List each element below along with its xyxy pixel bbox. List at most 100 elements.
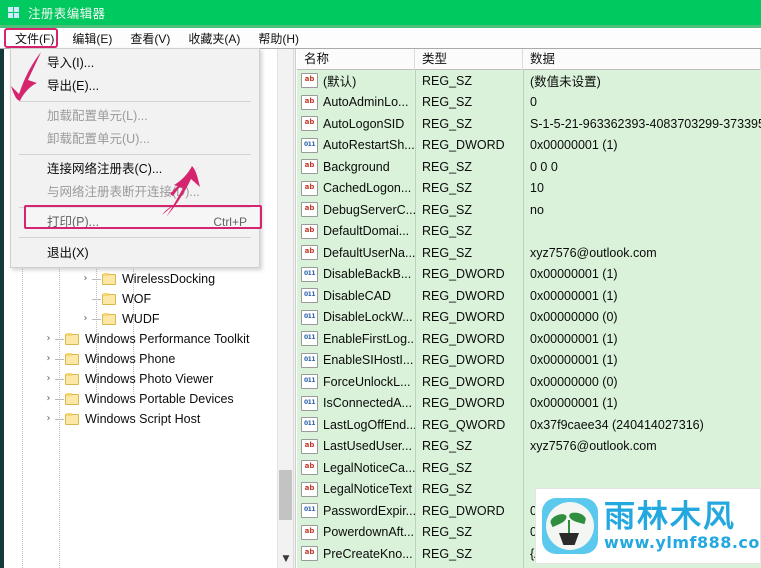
table-row[interactable]: 011 LastLogOffEnd... REG_QWORD 0x37f9caee34…	[297, 414, 761, 436]
value-name-cell: ab LegalNoticeCa...	[297, 460, 415, 476]
table-row[interactable]: abReportBootOkREG_SZ1	[297, 565, 761, 568]
value-type-cell: REG_SZ	[422, 116, 473, 131]
chevron-right-icon[interactable]: ›	[42, 414, 55, 424]
table-row[interactable]: 011 EnableFirstLog... REG_DWORD 0x00000001 …	[297, 328, 761, 350]
tree-item-windows-phone[interactable]: › Windows Phone	[0, 349, 276, 369]
dword-value-icon: 011	[301, 374, 318, 390]
dword-value-icon: 011	[301, 395, 318, 411]
chevron-right-icon[interactable]: ›	[79, 274, 92, 284]
string-value-icon: ab	[301, 438, 318, 454]
value-name-label: DisableLockW...	[323, 310, 413, 325]
table-row[interactable]: ab LegalNoticeCa... REG_SZ	[297, 457, 761, 479]
dword-value-icon: 011	[301, 331, 318, 347]
string-value-icon: ab	[301, 546, 318, 562]
menu-edit[interactable]: 编辑(E)	[63, 28, 121, 49]
column-header-name[interactable]: 名称	[297, 49, 415, 70]
value-type-cell: REG_SZ	[422, 95, 473, 110]
table-row[interactable]: ab Background REG_SZ 0 0 0	[297, 156, 761, 178]
file-menu-item[interactable]: 导入(I)...	[11, 52, 259, 75]
panel-splitter[interactable]	[293, 49, 296, 568]
value-data-cell: (数值未设置)	[530, 75, 601, 90]
menu-help[interactable]: 帮助(H)	[249, 28, 308, 49]
folder-icon	[102, 292, 117, 306]
value-name-cell: ab (默认)	[297, 71, 415, 90]
table-row[interactable]: 011 AutoRestartSh... REG_DWORD 0x00000001 (…	[297, 135, 761, 157]
tree-connector-line	[92, 278, 101, 280]
table-row[interactable]: 011 DisableBackB... REG_DWORD 0x00000001 (1…	[297, 264, 761, 286]
value-name-label: DisableCAD	[323, 288, 392, 303]
tree-item-wirelessdocking[interactable]: › WirelessDocking	[0, 269, 276, 289]
menu-file[interactable]: 文件(F)	[6, 27, 64, 49]
table-row[interactable]: ab DefaultDomai... REG_SZ	[297, 221, 761, 243]
chevron-right-icon[interactable]: ›	[42, 334, 55, 344]
tree-connector-line	[92, 298, 101, 300]
menu-favorites[interactable]: 收藏夹(A)	[179, 28, 249, 49]
table-row[interactable]: ab AutoAdminLo... REG_SZ 0	[297, 92, 761, 114]
string-value-icon: ab	[301, 73, 318, 89]
tree-item-windows-script-host[interactable]: › Windows Script Host	[0, 409, 276, 429]
file-menu-item-label: 加载配置单元(L)...	[47, 109, 148, 123]
string-value-icon: ab	[301, 245, 318, 261]
value-data-cell: 0x00000001 (1)	[530, 396, 618, 411]
table-row[interactable]: ab (默认) REG_SZ (数值未设置)	[297, 70, 761, 92]
value-name-cell: 011 AutoRestartSh...	[297, 137, 415, 153]
tree-item-windows-performance-toolkit[interactable]: › Windows Performance Toolkit	[0, 329, 276, 349]
tree-scrollbar[interactable]: ▼	[277, 49, 293, 568]
table-row[interactable]: 011 DisableLockW... REG_DWORD 0x00000000 (0…	[297, 307, 761, 329]
table-row[interactable]: ab CachedLogon... REG_SZ 10	[297, 178, 761, 200]
table-row[interactable]: ab DefaultUserNa... REG_SZ xyz7576@outlook.…	[297, 242, 761, 264]
table-row[interactable]: ab DebugServerC... REG_SZ no	[297, 199, 761, 221]
window-left-edge	[0, 49, 4, 568]
tree-item-wudf[interactable]: › WUDF	[0, 309, 276, 329]
table-row[interactable]: ab LastUsedUser... REG_SZ xyz7576@outlook.c…	[297, 436, 761, 458]
value-name-label: EnableSIHostI...	[323, 353, 414, 368]
value-name-cell: 011 ForceUnlockL...	[297, 374, 415, 390]
value-data-cell: S-1-5-21-963362393-4083703299-3733953804…	[530, 116, 761, 131]
file-menu-item[interactable]: 打印(P)... Ctrl+P	[11, 211, 259, 234]
table-row[interactable]: 011 IsConnectedA... REG_DWORD 0x00000001 (1…	[297, 393, 761, 415]
folder-icon	[102, 312, 117, 326]
string-value-icon: ab	[301, 524, 318, 540]
watermark-title: 雨林木风	[604, 499, 736, 535]
tree-connector-line	[55, 398, 64, 400]
table-row[interactable]: 011 DisableCAD REG_DWORD 0x00000001 (1)	[297, 285, 761, 307]
value-name-label: DisableBackB...	[323, 267, 412, 282]
file-menu-item-label: 卸载配置单元(U)...	[47, 132, 150, 146]
value-name-label: DefaultDomai...	[323, 224, 410, 239]
value-name-cell: 011 DisableLockW...	[297, 309, 415, 325]
chevron-right-icon[interactable]: ›	[79, 314, 92, 324]
value-name-cell: ab LegalNoticeText	[297, 481, 415, 497]
file-dropdown-menu[interactable]: 导入(I)... 导出(E)... 加载配置单元(L)... 卸载配置单元(U)...…	[10, 48, 260, 268]
value-name-cell: 011 EnableFirstLog...	[297, 331, 415, 347]
value-name-cell: ab CachedLogon...	[297, 180, 415, 196]
value-name-label: PasswordExpir...	[323, 503, 415, 518]
file-menu-item: 卸载配置单元(U)...	[11, 128, 259, 151]
tree-item-wof[interactable]: › WOF	[0, 289, 276, 309]
string-value-icon: ab	[301, 481, 318, 497]
file-menu-item[interactable]: 导出(E)...	[11, 75, 259, 98]
column-header-type[interactable]: 类型	[415, 49, 523, 70]
chevron-right-icon[interactable]: ›	[42, 394, 55, 404]
value-data-cell: 0x00000001 (1)	[530, 353, 618, 368]
column-header-data[interactable]: 数据	[523, 49, 761, 70]
list-column-headers: 名称 类型 数据	[297, 49, 761, 70]
value-name-cell: 011 LastLogOffEnd...	[297, 417, 415, 433]
tree-item-label: WOF	[122, 292, 152, 306]
chevron-right-icon[interactable]: ›	[42, 354, 55, 364]
chevron-right-icon[interactable]: ›	[42, 374, 55, 384]
value-data-cell: 0x00000000 (0)	[530, 374, 618, 389]
tree-item-windows-portable-devices[interactable]: › Windows Portable Devices	[0, 389, 276, 409]
menu-view[interactable]: 查看(V)	[121, 28, 179, 49]
tree-connector-line	[55, 418, 64, 420]
file-menu-item[interactable]: 退出(X)	[11, 241, 259, 265]
value-type-cell: REG_DWORD	[422, 331, 505, 346]
scroll-down-arrow-icon[interactable]: ▼	[278, 551, 293, 568]
table-row[interactable]: ab AutoLogonSID REG_SZ S-1-5-21-963362393-4…	[297, 113, 761, 135]
tree-item-windows-photo-viewer[interactable]: › Windows Photo Viewer	[0, 369, 276, 389]
title-bar: 注册表编辑器	[0, 0, 761, 25]
file-menu-item[interactable]: 连接网络注册表(C)...	[11, 158, 259, 181]
string-value-icon: ab	[301, 202, 318, 218]
table-row[interactable]: 011 ForceUnlockL... REG_DWORD 0x00000000 (0…	[297, 371, 761, 393]
tree-scrollbar-thumb[interactable]	[279, 470, 292, 520]
table-row[interactable]: 011 EnableSIHostI... REG_DWORD 0x00000001 (…	[297, 350, 761, 372]
